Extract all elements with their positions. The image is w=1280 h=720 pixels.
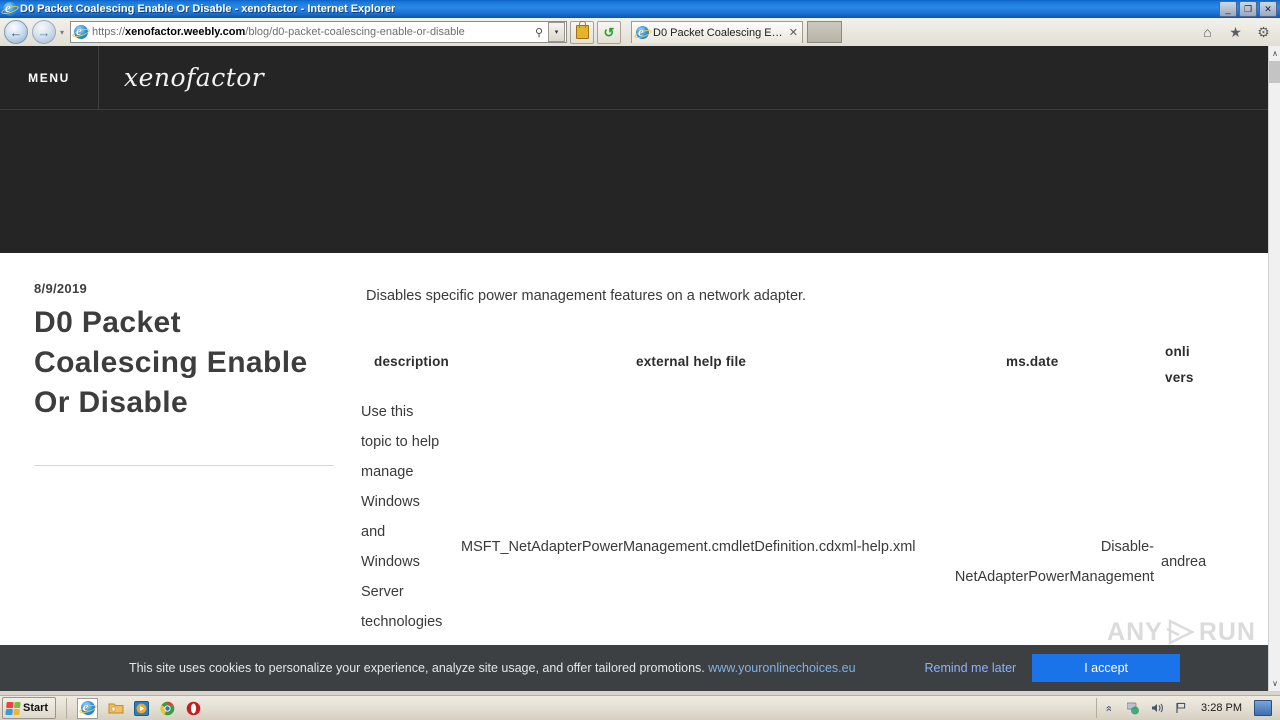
tab-favicon (636, 24, 649, 40)
divider (34, 465, 334, 466)
network-icon[interactable] (1126, 701, 1141, 716)
page-title: D0 Packet Coalescing Enable Or Disable (34, 306, 308, 419)
gear-icon[interactable]: ⚙ (1255, 24, 1272, 41)
cell-online-version: andrea (1161, 554, 1207, 570)
internet-explorer-icon (3, 0, 17, 16)
taskbar-media-player-icon[interactable] (133, 700, 150, 717)
scroll-down-arrow-icon[interactable]: ∨ (1269, 676, 1280, 691)
address-bar[interactable]: https://xenofactor.weebly.com/blog/d0-pa… (70, 21, 567, 43)
online-version-line-1: onli (1165, 344, 1190, 359)
search-icon[interactable]: ⚲ (530, 23, 548, 41)
maximize-button[interactable]: ❐ (1239, 1, 1257, 17)
url-domain: .weebly.com (180, 26, 246, 38)
address-site-icon (74, 23, 88, 39)
windows-taskbar: Start e » 3:28 PM (0, 695, 1280, 720)
column-header-description: description (374, 354, 449, 369)
taskbar-internet-explorer-icon[interactable] (77, 697, 99, 719)
tray-expand-icon[interactable]: » (1102, 701, 1117, 716)
flag-icon[interactable] (1174, 701, 1189, 716)
table-header-row: description external help file ms.date o… (361, 339, 1268, 397)
start-label: Start (23, 702, 49, 714)
cell-description: Use this topic to help manage Windows an… (361, 404, 443, 630)
close-button[interactable]: ✕ (1259, 1, 1277, 17)
address-url: https://xenofactor.weebly.com/blog/d0-pa… (92, 26, 530, 38)
browser-right-icons: ⌂ ★ ⚙ (1199, 24, 1272, 41)
column-header-external-help-file: external help file (636, 354, 747, 369)
cookie-actions: Remind me later I accept (925, 654, 1180, 682)
url-separator: :// (115, 26, 126, 38)
history-dropdown-icon[interactable]: ▾ (56, 21, 68, 43)
cookie-policy-link[interactable]: www.youronlinechoices.eu (708, 661, 855, 675)
page-scrollbar[interactable]: ∧ ∨ (1268, 46, 1280, 691)
forward-button[interactable]: → (32, 20, 56, 44)
new-tab-button[interactable] (807, 21, 842, 43)
address-dropdown-icon[interactable]: ▾ (548, 22, 565, 42)
hero-banner (0, 110, 1268, 253)
cookie-consent-banner: This site uses cookies to personalize yo… (0, 645, 1268, 691)
tab-title: D0 Packet Coalescing Enable... (653, 26, 785, 39)
scrollbar-thumb[interactable] (1269, 61, 1280, 83)
favorites-star-icon[interactable]: ★ (1227, 24, 1244, 41)
security-lock-button[interactable] (570, 20, 594, 44)
cookie-message: This site uses cookies to personalize yo… (0, 661, 925, 675)
compatibility-view-button[interactable]: ↺ (597, 20, 621, 44)
online-version-line-2: vers (1165, 370, 1194, 385)
tab-close-icon[interactable]: ✕ (789, 26, 798, 39)
page-content: 8/9/2019 D0 Packet Coalescing Enable Or … (0, 253, 1268, 663)
lock-icon (575, 21, 589, 39)
post-body-column: Disables specific power management featu… (360, 281, 1268, 663)
accept-button[interactable]: I accept (1032, 654, 1180, 682)
post-intro-text: Disables specific power management featu… (366, 288, 807, 304)
compatibility-icon: ↺ (603, 24, 615, 40)
post-date: 8/9/2019 (34, 281, 88, 296)
show-desktop-button[interactable] (1254, 700, 1272, 716)
system-tray: » 3:28 PM (1096, 698, 1277, 718)
browser-toolbar: ← → ▾ https://xenofactor.weebly.com/blog… (0, 18, 1280, 47)
window-controls: _ ❐ ✕ (1219, 1, 1277, 17)
taskbar-chrome-icon[interactable] (159, 700, 176, 717)
post-meta-column: 8/9/2019 D0 Packet Coalescing Enable Or … (0, 281, 360, 663)
remind-me-later-button[interactable]: Remind me later (925, 661, 1017, 675)
url-path: /blog/d0-packet-coalescing-enable-or-dis… (245, 26, 465, 38)
home-icon[interactable]: ⌂ (1199, 24, 1216, 41)
column-header-ms-date: ms.date (1006, 354, 1059, 369)
taskbar-clock: 3:28 PM (1201, 702, 1242, 714)
url-subdomain: xenofactor (125, 26, 181, 38)
window-titlebar: D0 Packet Coalescing Enable Or Disable -… (0, 0, 1280, 18)
scroll-up-arrow-icon[interactable]: ∧ (1269, 46, 1280, 61)
taskbar-folder-explorer-icon[interactable] (107, 700, 124, 717)
quick-launch-bar (66, 697, 202, 719)
back-button[interactable]: ← (4, 20, 28, 44)
column-header-online-version: onli vers (1165, 339, 1205, 391)
start-button[interactable]: Start (2, 697, 57, 719)
cell-ms-date: Disable-NetAdapterPowerManagement (954, 539, 1154, 585)
metadata-table: description external help file ms.date o… (361, 339, 1268, 630)
menu-button[interactable]: MENU (0, 46, 99, 110)
cell-external-help-file: MSFT_NetAdapterPowerManagement.cmdletDef… (461, 539, 916, 555)
windows-flag-icon (5, 701, 21, 715)
cookie-message-text: This site uses cookies to personalize yo… (128, 661, 705, 675)
screen: D0 Packet Coalescing Enable Or Disable -… (0, 0, 1280, 720)
minimize-button[interactable]: _ (1219, 1, 1237, 17)
window-title: D0 Packet Coalescing Enable Or Disable -… (20, 3, 396, 15)
site-header: MENU xenofactor (0, 46, 1268, 110)
page-viewport: MENU xenofactor 8/9/2019 D0 Packet Coale… (0, 46, 1268, 691)
volume-icon[interactable] (1150, 701, 1165, 716)
site-brand-logo[interactable]: xenofactor (124, 63, 264, 92)
url-scheme: https (92, 26, 116, 38)
taskbar-opera-icon[interactable] (185, 700, 202, 717)
browser-tab[interactable]: D0 Packet Coalescing Enable... ✕ (631, 21, 803, 43)
